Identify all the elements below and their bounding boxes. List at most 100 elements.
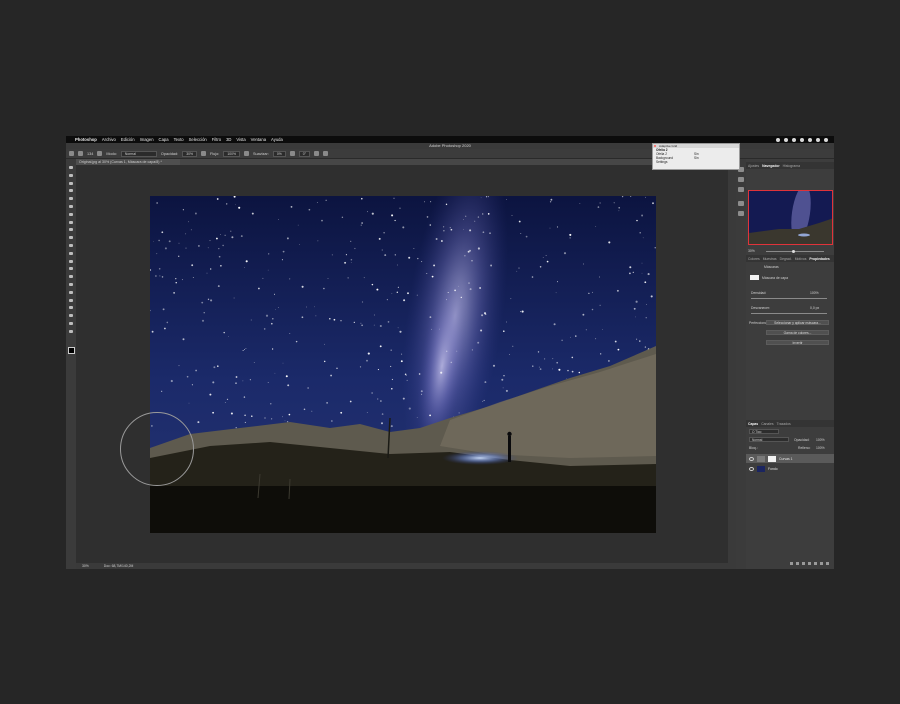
clone-source-icon[interactable] bbox=[738, 177, 744, 182]
menu-photoshop[interactable]: Photoshop bbox=[75, 137, 97, 142]
fx-icon[interactable] bbox=[796, 562, 799, 565]
status-app-icon[interactable] bbox=[792, 137, 796, 142]
navigator-zoom-slider[interactable] bbox=[766, 251, 824, 252]
status-search-icon[interactable] bbox=[816, 137, 820, 142]
flow-field[interactable]: 100% bbox=[223, 150, 240, 157]
canvas-area[interactable] bbox=[76, 165, 728, 563]
layer-opacity-value[interactable]: 100% bbox=[816, 438, 825, 442]
foreground-color-swatch[interactable] bbox=[68, 347, 75, 354]
feather-slider[interactable] bbox=[751, 313, 827, 314]
trash-icon[interactable] bbox=[826, 562, 829, 565]
feather-value[interactable]: 0,0 px bbox=[810, 306, 819, 310]
adjust-icon[interactable] bbox=[738, 187, 744, 192]
pressure-opacity-icon[interactable] bbox=[201, 151, 207, 156]
adjustment-layer-icon[interactable] bbox=[808, 562, 811, 565]
hand-tool-icon[interactable] bbox=[68, 321, 74, 326]
navigator-thumbnail[interactable] bbox=[748, 190, 833, 245]
navigator-zoom[interactable]: 30% bbox=[748, 249, 755, 253]
mask-thumbnail[interactable] bbox=[750, 275, 759, 280]
visibility-eye-icon[interactable] bbox=[749, 466, 754, 471]
gradient-tool-icon[interactable] bbox=[68, 266, 74, 271]
tab-canales[interactable]: Canales bbox=[761, 422, 773, 426]
visibility-eye-icon[interactable] bbox=[749, 456, 754, 461]
opacity-field[interactable]: 30% bbox=[182, 150, 198, 157]
mode-select[interactable]: Normal bbox=[120, 150, 157, 157]
menu-capa[interactable]: Capa bbox=[159, 137, 169, 142]
settings-link[interactable]: Settings bbox=[653, 160, 739, 164]
menu-archivo[interactable]: Archivo bbox=[102, 137, 116, 142]
tab-colores[interactable]: Colores bbox=[748, 257, 760, 261]
blend-mode-select[interactable]: Normal bbox=[749, 437, 789, 442]
add-mask-icon[interactable] bbox=[802, 562, 805, 565]
healing-tool-icon[interactable] bbox=[68, 227, 74, 232]
density-slider[interactable] bbox=[751, 298, 827, 299]
invert-button[interactable]: Invertir bbox=[766, 340, 829, 345]
brush-size[interactable]: 134 bbox=[87, 152, 93, 156]
brush-settings-icon[interactable] bbox=[97, 151, 103, 156]
tab-degradados[interactable]: Degrad. bbox=[780, 257, 792, 261]
status-gear-icon[interactable] bbox=[776, 137, 780, 142]
airbrush-icon[interactable] bbox=[244, 151, 249, 156]
tab-histograma[interactable]: Histograma bbox=[783, 164, 800, 168]
close-icon[interactable] bbox=[654, 145, 656, 147]
crop-tool-icon[interactable] bbox=[68, 204, 74, 209]
tab-trazados[interactable]: Trazados bbox=[777, 422, 791, 426]
doc-info[interactable]: Doc: 68,7M/140,2M bbox=[104, 564, 134, 568]
tab-propiedades[interactable]: Propiedades bbox=[809, 257, 829, 261]
eraser-tool-icon[interactable] bbox=[68, 259, 74, 264]
status-wifi-icon[interactable] bbox=[800, 137, 804, 142]
menu-3d[interactable]: 3D bbox=[226, 137, 231, 142]
tab-ajustes[interactable]: Ajustes bbox=[748, 164, 759, 168]
smoothing-field[interactable]: 0% bbox=[272, 150, 286, 157]
smoothing-settings-icon[interactable] bbox=[289, 151, 295, 156]
pressure-size-icon[interactable] bbox=[313, 151, 319, 156]
link-icon[interactable] bbox=[790, 562, 793, 565]
menu-edicion[interactable]: Edición bbox=[121, 137, 135, 142]
dodge-tool-icon[interactable] bbox=[68, 282, 74, 287]
menu-ventana[interactable]: Ventana bbox=[251, 137, 266, 142]
tab-muestras[interactable]: Muestras bbox=[763, 257, 777, 261]
adaptive-grid-window[interactable]: Adaptive Grid Ofelia 2 Ofelia 2 Sin Backg… bbox=[652, 143, 740, 170]
menu-ayuda[interactable]: Ayuda bbox=[271, 137, 283, 142]
clone-stamp-tool-icon[interactable] bbox=[68, 243, 74, 248]
tab-capas[interactable]: Capas bbox=[748, 422, 758, 426]
select-and-mask-button[interactable]: Seleccionar y aplicar máscara... bbox=[766, 320, 829, 325]
libraries-icon[interactable] bbox=[738, 211, 744, 216]
brush-tool-icon[interactable] bbox=[68, 235, 74, 240]
navigator-zoom-knob[interactable] bbox=[792, 250, 795, 253]
frame-tool-icon[interactable] bbox=[68, 212, 74, 217]
move-tool-icon[interactable] bbox=[68, 165, 74, 170]
type-tool-icon[interactable] bbox=[68, 298, 74, 303]
rectangle-tool-icon[interactable] bbox=[68, 313, 74, 318]
path-select-tool-icon[interactable] bbox=[68, 305, 74, 310]
vertical-scrollbar[interactable] bbox=[728, 165, 736, 563]
layer-mask-thumbnail[interactable] bbox=[768, 455, 776, 462]
zoom-readout[interactable]: 30% bbox=[82, 564, 89, 568]
brush-tool-icon[interactable] bbox=[78, 151, 83, 156]
tab-navegador[interactable]: Navegador bbox=[762, 164, 780, 168]
blur-tool-icon[interactable] bbox=[68, 274, 74, 279]
status-cloud-icon[interactable] bbox=[784, 137, 788, 142]
layer-thumbnail[interactable] bbox=[757, 465, 765, 472]
history-brush-tool-icon[interactable] bbox=[68, 251, 74, 256]
info-icon[interactable] bbox=[738, 201, 744, 206]
tab-motivos[interactable]: Motivos bbox=[795, 257, 807, 261]
marquee-tool-icon[interactable] bbox=[68, 181, 74, 186]
fill-value[interactable]: 100% bbox=[816, 446, 825, 450]
angle-field[interactable]: 0° bbox=[298, 150, 310, 157]
zoom-tool-icon[interactable] bbox=[68, 329, 74, 334]
menu-filtro[interactable]: Filtro bbox=[212, 137, 221, 142]
group-icon[interactable] bbox=[814, 562, 817, 565]
menu-imagen[interactable]: Imagen bbox=[140, 137, 154, 142]
home-icon[interactable] bbox=[69, 151, 74, 156]
eyedropper-tool-icon[interactable] bbox=[68, 220, 74, 225]
quick-select-tool-icon[interactable] bbox=[68, 196, 74, 201]
pen-tool-icon[interactable] bbox=[68, 290, 74, 295]
layer-row[interactable]: Curvas 1 bbox=[746, 454, 834, 463]
symmetry-icon[interactable] bbox=[322, 151, 328, 156]
lasso-tool-icon[interactable] bbox=[68, 188, 74, 193]
artboard-tool-icon[interactable] bbox=[68, 173, 74, 178]
status-menu-icon[interactable] bbox=[824, 137, 828, 142]
density-value[interactable]: 100% bbox=[810, 291, 819, 295]
layer-row[interactable]: Fondo bbox=[746, 464, 834, 473]
